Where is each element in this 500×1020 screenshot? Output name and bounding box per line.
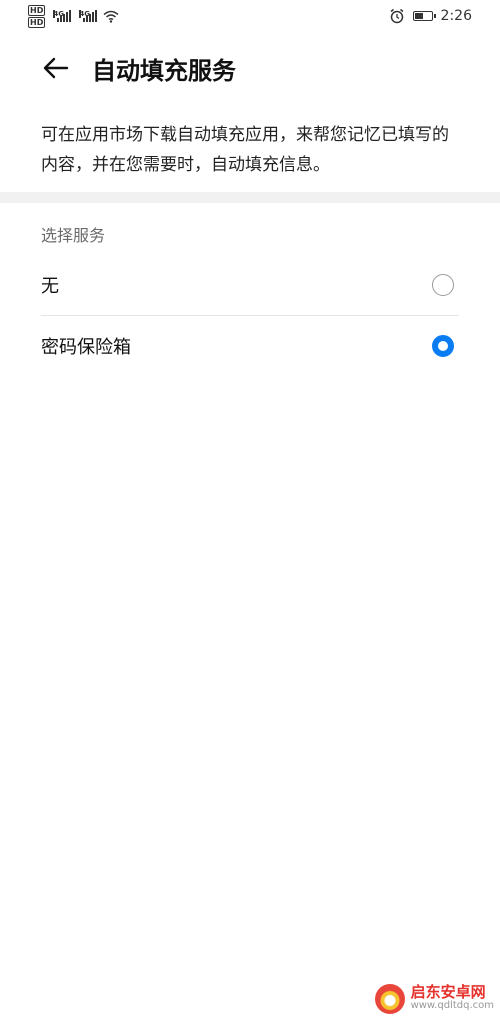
app-bar: 自动填充服务	[0, 40, 500, 96]
section-header: 选择服务	[41, 226, 106, 245]
section-divider	[0, 192, 500, 203]
watermark-name: 启东安卓网	[410, 983, 486, 1001]
signal-icon-2: 4G	[79, 10, 98, 22]
description-text: 可在应用市场下载自动填充应用，来帮您记忆已填写的内容，并在您需要时，自动填充信息…	[41, 125, 449, 175]
arrow-left-icon	[43, 57, 69, 79]
option-password-vault[interactable]: 密码保险箱	[41, 316, 459, 376]
watermark: 启东安卓网 www.qdltdq.com	[374, 984, 494, 1014]
option-label: 无	[41, 276, 59, 297]
hd-badge-1: HD	[28, 4, 46, 16]
back-button[interactable]	[32, 44, 80, 92]
page-title: 自动填充服务	[92, 56, 236, 85]
status-time: 2:26	[440, 8, 472, 24]
wifi-icon	[103, 10, 119, 23]
radio-checked-icon[interactable]	[432, 335, 454, 357]
radio-unchecked-icon[interactable]	[432, 274, 454, 296]
status-bar-left: HD HD 4G 4G	[28, 4, 119, 28]
watermark-url: www.qdltdq.com	[410, 1000, 494, 1011]
status-bar-right: 2:26	[389, 8, 472, 24]
hd-badge-2: HD	[28, 16, 46, 28]
signal-icon: 4G	[53, 10, 72, 22]
battery-fill	[414, 13, 423, 19]
network-type-1: 4G	[53, 10, 64, 18]
network-type-2: 4G	[79, 10, 90, 18]
watermark-text: 启东安卓网 www.qdltdq.com	[411, 985, 494, 1013]
alarm-icon	[390, 8, 404, 24]
watermark-logo-icon	[374, 984, 405, 1014]
option-label: 密码保险箱	[41, 337, 131, 358]
status-bar: HD HD 4G 4G 2:26	[0, 0, 500, 32]
option-none[interactable]: 无	[41, 255, 459, 315]
battery-icon	[412, 11, 436, 21]
hd-icon: HD HD	[28, 4, 46, 28]
